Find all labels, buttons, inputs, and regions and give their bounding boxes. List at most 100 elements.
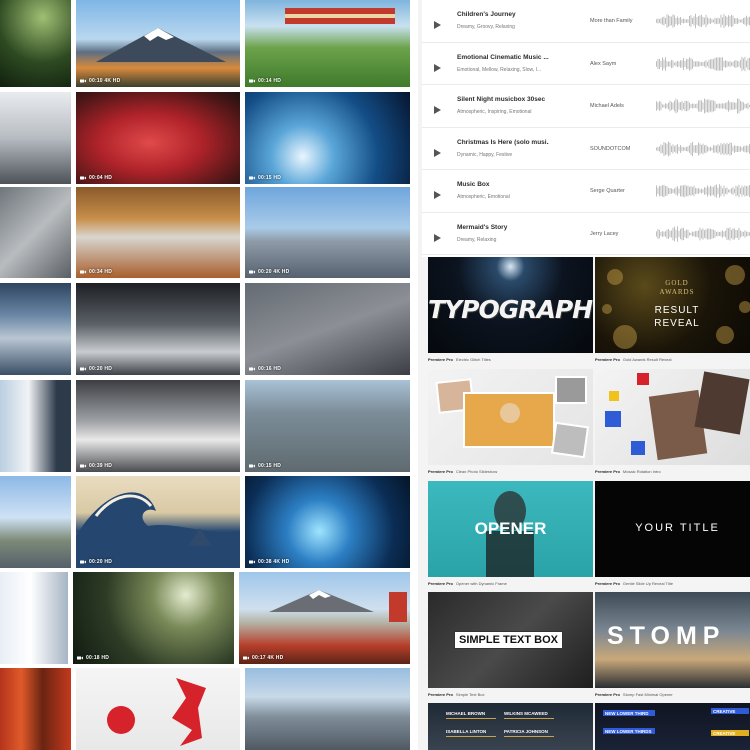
track-row[interactable]: Silent Night musicbox 30sec Atmospheric, …: [422, 85, 750, 128]
track-artist[interactable]: Alex Saym: [590, 61, 650, 67]
video-camera-icon: [249, 560, 255, 564]
waveform[interactable]: [656, 221, 750, 247]
template-thumbnail[interactable]: [595, 369, 750, 465]
wish-plaques-tile[interactable]: 00:34 HD: [76, 187, 240, 278]
template-thumbnail[interactable]: GOLD AWARDS RESULT REVEAL: [595, 257, 750, 353]
template-caption[interactable]: Premiere Pro Gold Awards Result Reveal: [595, 357, 750, 362]
template-mosaic-rotation-intro[interactable]: Premiere Pro Mosaic Rotation Intro: [595, 369, 750, 479]
play-icon[interactable]: [434, 101, 441, 119]
track-artist[interactable]: More than Family: [590, 18, 650, 24]
template-caption[interactable]: Premiere Pro Opener with Dynamic Frame: [428, 581, 593, 586]
walking-legs-crosswalk-tile[interactable]: 00:20 HD: [76, 283, 240, 375]
template-name[interactable]: Mosaic Rotation Intro: [623, 469, 661, 474]
waveform[interactable]: [656, 178, 750, 204]
waveform[interactable]: [656, 8, 750, 34]
template-stomp-fast-minimal-opener[interactable]: STOMP Premiere Pro Stomp Fast Minimal Open…: [595, 592, 750, 702]
template-name[interactable]: Simple Text Box: [456, 692, 485, 697]
track-artist[interactable]: Michael Adels: [590, 103, 650, 109]
fuji-autumn-temple-tile[interactable]: 00:17 4K HD: [239, 572, 410, 664]
track-title[interactable]: Emotional Cinematic Music ...: [457, 54, 549, 61]
red-train-rice-field-tile[interactable]: 00:14 HD: [245, 0, 410, 87]
template-name[interactable]: Opener with Dynamic Frame: [456, 581, 507, 586]
track-row[interactable]: Mermaid's Story Dreamy, Relaxing Jerry Lac…: [422, 213, 750, 255]
template-thumbnail[interactable]: NEW LOWER THIRD CREATIVE NEW LOWER THIRDS C…: [595, 703, 750, 750]
waveform[interactable]: [656, 136, 750, 162]
template-caption[interactable]: Premiere Pro Mosaic Rotation Intro: [595, 469, 750, 474]
track-title[interactable]: Music Box: [457, 181, 549, 188]
template-clean-photo-slideshow[interactable]: Premiere Pro Clean Photo Slideshow: [428, 369, 593, 479]
mountain-clouds-tile[interactable]: [0, 283, 71, 375]
track-row[interactable]: Children's Journey Dreamy, Groovy, Relaxi…: [422, 0, 750, 43]
waveform[interactable]: [656, 93, 750, 119]
mount-fuji-tile[interactable]: 00:10 4K HD: [76, 0, 240, 87]
crosswalk-aerial-tile[interactable]: [0, 187, 71, 278]
track-artist[interactable]: SOUNDOTCOM: [590, 146, 650, 152]
template-lower-thirds-names[interactable]: MICHAEL BROWN WILKINS MCAWEED ISABELLA LIN…: [428, 703, 593, 750]
template-app-name: Premiere Pro: [428, 469, 453, 474]
world-map-network-tile[interactable]: 00:15 HD: [245, 92, 410, 184]
template-gold-awards-result-reveal[interactable]: GOLD AWARDS RESULT REVEAL Premiere Pro Gold…: [595, 257, 750, 367]
coastal-town-tile[interactable]: [0, 476, 71, 568]
businessmen-tile[interactable]: [0, 380, 71, 472]
template-gentle-slide-up-reveal-title[interactable]: YOUR TITLE Premiere Pro Gentle Slide Up Re…: [595, 481, 750, 591]
play-icon[interactable]: [434, 186, 441, 204]
template-caption[interactable]: Premiere Pro Gentle Slide Up Reveal Title: [595, 581, 750, 586]
template-name[interactable]: Electric Glitch Titles: [456, 357, 491, 362]
mossy-stream-tile[interactable]: 00:18 HD: [73, 572, 234, 664]
play-icon[interactable]: [434, 59, 441, 77]
track-title[interactable]: Christmas Is Here (solo musi...: [457, 139, 549, 146]
template-caption[interactable]: Premiere Pro Clean Photo Slideshow: [428, 469, 593, 474]
template-name[interactable]: Gold Awards Result Reveal: [623, 357, 672, 362]
template-thumbnail[interactable]: YOUR TITLE: [595, 481, 750, 577]
lower-third-name: PATRICIA JOHNSON: [504, 729, 548, 734]
track-row[interactable]: Christmas Is Here (solo musi... Dynamic, …: [422, 128, 750, 170]
template-name[interactable]: Gentle Slide Up Reveal Title: [623, 581, 673, 586]
track-artist[interactable]: Serge Quarter: [590, 188, 650, 194]
play-icon[interactable]: [434, 144, 441, 162]
city-aerial-tile[interactable]: 00:15 HD: [245, 380, 410, 472]
video-duration-badges: 00:04 HD: [89, 175, 112, 181]
city-skyline-tile[interactable]: [245, 668, 410, 750]
waveform[interactable]: [656, 51, 750, 77]
track-row[interactable]: Music Box Atmospheric, Emotional Serge Qua…: [422, 170, 750, 213]
template-name[interactable]: Clean Photo Slideshow: [456, 469, 497, 474]
template-thumbnail[interactable]: STOMP: [595, 592, 750, 688]
template-simple-text-box[interactable]: SIMPLE TEXT BOX Premiere Pro Simple Text B…: [428, 592, 593, 702]
play-icon[interactable]: [434, 16, 441, 34]
template-thumbnail[interactable]: OPENER: [428, 481, 593, 577]
track-title[interactable]: Mermaid's Story: [457, 224, 549, 231]
tokyo-tower-city-tile[interactable]: 00:20 4K HD: [245, 187, 410, 278]
lower-third-name: ISABELLA LINTON: [446, 729, 487, 734]
template-caption[interactable]: Premiere Pro Simple Text Box: [428, 692, 593, 697]
lower-third-bar: [446, 718, 496, 719]
video-camera-icon: [249, 176, 255, 180]
forest-waterfall-tile[interactable]: [0, 0, 71, 87]
template-thumbnail[interactable]: [428, 369, 593, 465]
template-grid: TYPOGRAPHY Premiere Pro Electric Glitch Ti…: [428, 257, 750, 750]
template-opener-dynamic-frame[interactable]: OPENER Premiere Pro Opener with Dynamic Fr…: [428, 481, 593, 591]
smiling-businessman-tile[interactable]: [0, 572, 68, 664]
track-row[interactable]: Emotional Cinematic Music ... Emotional, …: [422, 43, 750, 85]
template-name[interactable]: Stomp Fast Minimal Opener: [623, 692, 673, 697]
torii-gates-tile[interactable]: [0, 668, 71, 750]
template-caption[interactable]: Premiere Pro Stomp Fast Minimal Opener: [595, 692, 750, 697]
template-thumbnail[interactable]: SIMPLE TEXT BOX: [428, 592, 593, 688]
track-title[interactable]: Silent Night musicbox 30sec: [457, 96, 549, 103]
track-title[interactable]: Children's Journey: [457, 11, 549, 18]
track-tags: Dreamy, Relaxing: [457, 236, 497, 243]
template-new-lower-thirds[interactable]: NEW LOWER THIRD CREATIVE NEW LOWER THIRDS C…: [595, 703, 750, 750]
template-thumbnail[interactable]: TYPOGRAPHY: [428, 257, 593, 353]
template-caption[interactable]: Premiere Pro Electric Glitch Titles: [428, 357, 593, 362]
train-station-tile[interactable]: [0, 92, 71, 184]
shibuya-crossing-tile[interactable]: 00:39 HD: [76, 380, 240, 472]
tuna-sushi-tile[interactable]: 00:04 HD: [76, 92, 240, 184]
template-electric-glitch-titles[interactable]: TYPOGRAPHY Premiere Pro Electric Glitch Ti…: [428, 257, 593, 367]
crowd-tile[interactable]: 00:16 HD: [245, 283, 410, 375]
red-origami-tile[interactable]: [76, 668, 240, 750]
track-artist[interactable]: Jerry Lacey: [590, 231, 650, 237]
track-tags: Emotional, Mellow, Relaxing, Slow, I...: [457, 66, 542, 73]
glowing-network-map-tile[interactable]: 00:38 4K HD: [245, 476, 410, 568]
template-thumbnail[interactable]: MICHAEL BROWN WILKINS MCAWEED ISABELLA LIN…: [428, 703, 593, 750]
great-wave-painting-tile[interactable]: 00:20 HD: [76, 476, 240, 568]
play-icon[interactable]: [434, 229, 441, 247]
